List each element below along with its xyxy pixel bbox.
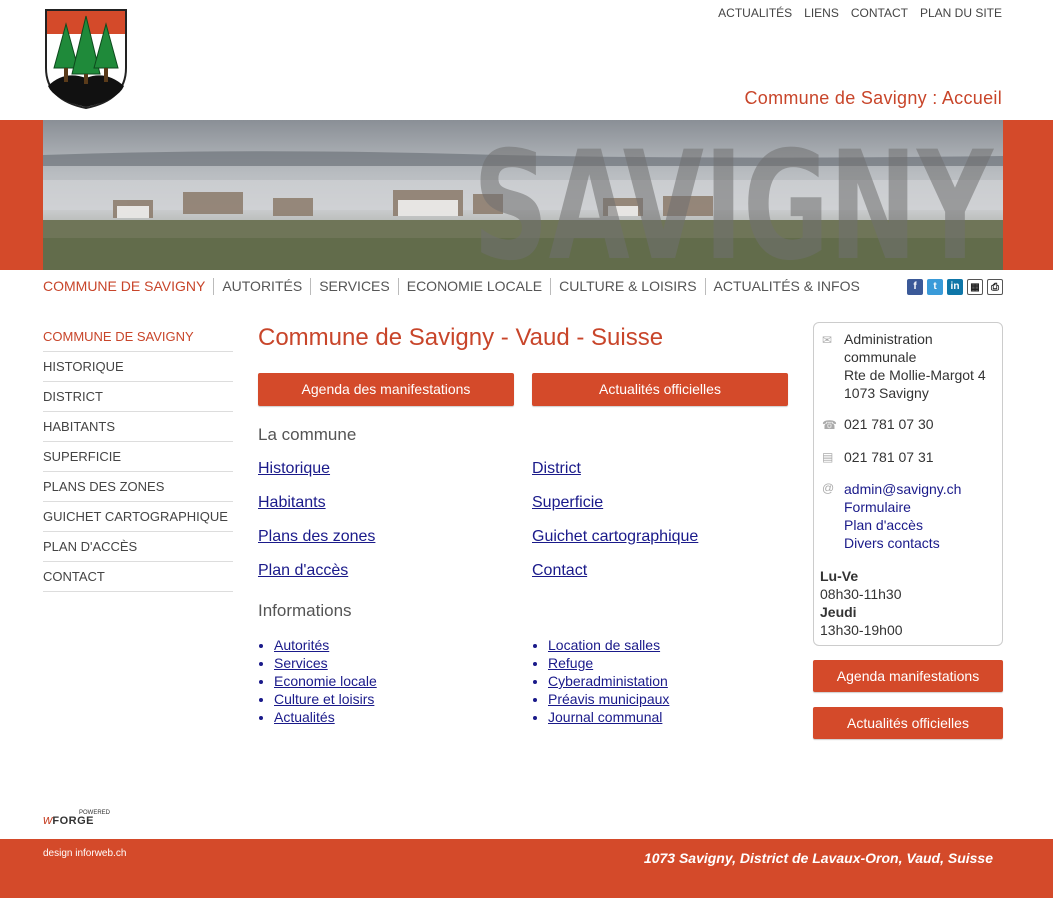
coat-of-arms-logo[interactable] [44,8,128,110]
address-line: communale [844,349,917,365]
sidebar-item-commune[interactable]: COMMUNE DE SAVIGNY [43,322,233,352]
linkedin-icon[interactable]: in [947,279,963,295]
print-icon[interactable]: ⎙ [987,279,1003,295]
webforge-label: FORGE [52,815,95,827]
sidebar-item-district[interactable]: DISTRICT [43,382,233,412]
list-item: Culture et loisirs [274,690,377,708]
info-link-actualites[interactable]: Actualités [274,709,335,725]
nav-economie[interactable]: ECONOMIE LOCALE [397,278,550,295]
info-link-autorites[interactable]: Autorités [274,637,329,653]
hours-time-weekdays: 08h30-11h30 [820,586,902,602]
contact-links: admin@savigny.ch Formulaire Plan d'accès… [844,480,961,552]
hours-day-thursday: Jeudi [820,604,857,620]
hours-time-thursday: 13h30-19h00 [820,622,903,638]
qr-code-icon[interactable]: ▦ [967,279,983,295]
info-link-culture[interactable]: Culture et loisirs [274,691,374,707]
section-title-commune: La commune [258,425,357,444]
link-historique[interactable]: Historique [258,460,330,478]
info-link-journal[interactable]: Journal communal [548,709,662,725]
opening-hours: Lu-Ve 08h30-11h30 Jeudi 13h30-19h00 [820,567,903,639]
main-content: Commune de Savigny - Vaud - Suisse Agend… [258,322,788,725]
top-link-contact[interactable]: CONTACT [851,6,908,20]
list-item: Services [274,654,377,672]
at-icon: @ [822,481,835,495]
address-line: Rte de Mollie-Margot 4 [844,367,986,383]
nav-autorites[interactable]: AUTORITÉS [213,278,310,295]
page-heading: Commune de Savigny : Accueil [744,88,1002,108]
actualites-button[interactable]: Actualités officielles [532,373,788,406]
phone-number: 021 781 07 30 [844,416,934,432]
list-item: Actualités [274,708,377,726]
info-link-cyberadministation[interactable]: Cyberadministation [548,673,668,689]
list-item: Cyberadministation [548,672,669,690]
list-item: Autorités [274,636,377,654]
address-line: Administration [844,331,933,347]
agenda-button[interactable]: Agenda des manifestations [258,373,514,406]
link-contact[interactable]: Contact [532,562,587,580]
info-link-refuge[interactable]: Refuge [548,655,593,671]
twitter-icon[interactable]: t [927,279,943,295]
list-item: Préavis municipaux [548,690,669,708]
phone-icon: ☎ [822,418,837,432]
formulaire-link[interactable]: Formulaire [844,498,961,516]
divers-contacts-link[interactable]: Divers contacts [844,534,961,552]
nav-commune[interactable]: COMMUNE DE SAVIGNY [43,278,213,295]
footer: design inforweb.ch 1073 Savigny, Distric… [0,839,1053,898]
list-item: Location de salles [548,636,669,654]
link-superficie[interactable]: Superficie [532,494,603,512]
link-district[interactable]: District [532,460,581,478]
hours-day-weekdays: Lu-Ve [820,568,859,584]
info-link-preavis[interactable]: Préavis municipaux [548,691,669,707]
link-guichet[interactable]: Guichet cartographique [532,528,698,546]
top-link-actualites[interactable]: ACTUALITÉS [718,6,792,20]
fax-number: 021 781 07 31 [844,449,934,465]
contact-box: ✉ Administration communale Rte de Mollie… [813,322,1003,646]
sidebar-item-historique[interactable]: HISTORIQUE [43,352,233,382]
link-plans-des-zones[interactable]: Plans des zones [258,528,375,546]
nav-culture[interactable]: CULTURE & LOISIRS [550,278,704,295]
admin-address: Administration communale Rte de Mollie-M… [844,330,986,402]
link-plan-acces[interactable]: Plan d'accès [258,562,348,580]
top-link-liens[interactable]: LIENS [804,6,839,20]
fax-icon: ▤ [822,450,834,464]
footer-address: 1073 Savigny, District de Lavaux-Oron, V… [643,850,993,866]
sidebar-item-habitants[interactable]: HABITANTS [43,412,233,442]
plan-acces-link[interactable]: Plan d'accès [844,516,961,534]
info-list-right: Location de salles Refuge Cyberadminista… [532,636,669,726]
banner-text: SAVIGNY [473,120,995,270]
sidebar-item-guichet[interactable]: GUICHET CARTOGRAPHIQUE [43,502,233,532]
banner-image: SAVIGNY [43,120,1003,270]
powered-label: POWERED [79,810,111,816]
address-line: 1073 Savigny [844,385,929,401]
nav-services[interactable]: SERVICES [310,278,398,295]
side-actualites-button[interactable]: Actualités officielles [813,707,1003,739]
main-nav: COMMUNE DE SAVIGNY AUTORITÉS SERVICES EC… [43,278,868,295]
social-icons: f t in ▦ ⎙ [907,279,1003,295]
info-link-location-salles[interactable]: Location de salles [548,637,660,653]
info-list-left: Autorités Services Economie locale Cultu… [258,636,377,726]
sidebar-item-plans-des-zones[interactable]: PLANS DES ZONES [43,472,233,502]
list-item: Journal communal [548,708,669,726]
section-title-informations: Informations [258,601,352,620]
side-agenda-button[interactable]: Agenda manifestations [813,660,1003,692]
list-item: Economie locale [274,672,377,690]
sidebar-item-contact[interactable]: CONTACT [43,562,233,592]
sidebar-item-superficie[interactable]: SUPERFICIE [43,442,233,472]
sidebar-nav: COMMUNE DE SAVIGNY HISTORIQUE DISTRICT H… [43,322,233,592]
top-links: ACTUALITÉS LIENS CONTACT PLAN DU SITE [718,6,1002,20]
info-link-economie[interactable]: Economie locale [274,673,377,689]
envelope-icon: ✉ [822,333,833,347]
info-link-services[interactable]: Services [274,655,328,671]
email-link[interactable]: admin@savigny.ch [844,480,961,498]
page-title: Commune de Savigny - Vaud - Suisse [258,324,664,351]
top-link-plan-du-site[interactable]: PLAN DU SITE [920,6,1002,20]
sidebar-item-plan-acces[interactable]: PLAN D'ACCÈS [43,532,233,562]
nav-actualites[interactable]: ACTUALITÉS & INFOS [704,278,868,295]
footer-design-credit[interactable]: design inforweb.ch [43,848,126,859]
webforge-logo[interactable]: POWERED wFORGE [43,810,110,827]
list-item: Refuge [548,654,669,672]
facebook-icon[interactable]: f [907,279,923,295]
link-habitants[interactable]: Habitants [258,494,326,512]
